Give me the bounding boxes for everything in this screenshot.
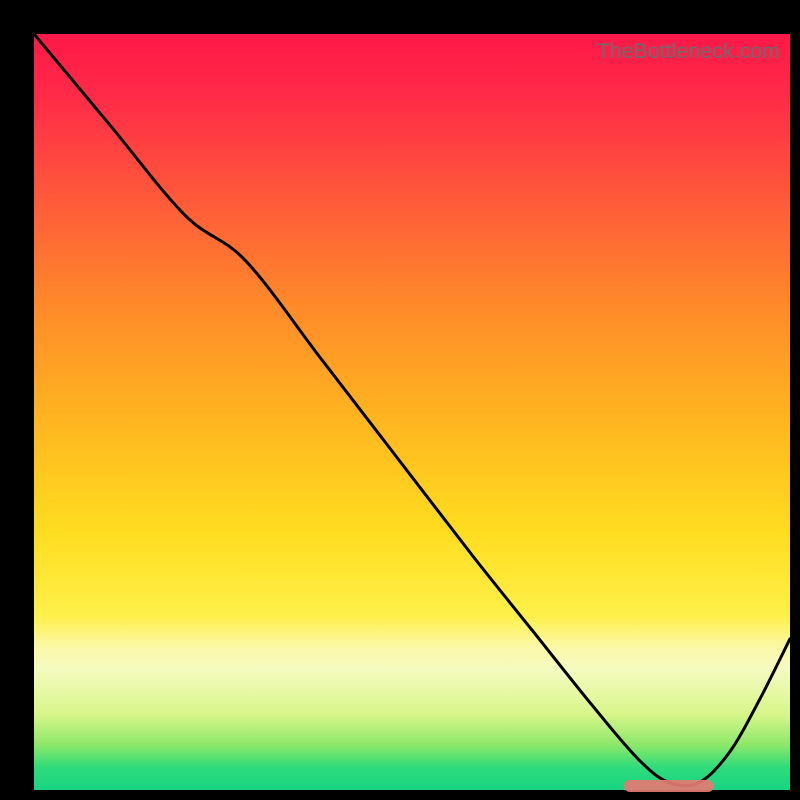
optimal-range-marker — [624, 780, 715, 792]
chart-frame: TheBottleneck.com — [0, 0, 800, 800]
plot-area: TheBottleneck.com — [34, 34, 790, 790]
bottleneck-curve — [34, 34, 790, 790]
